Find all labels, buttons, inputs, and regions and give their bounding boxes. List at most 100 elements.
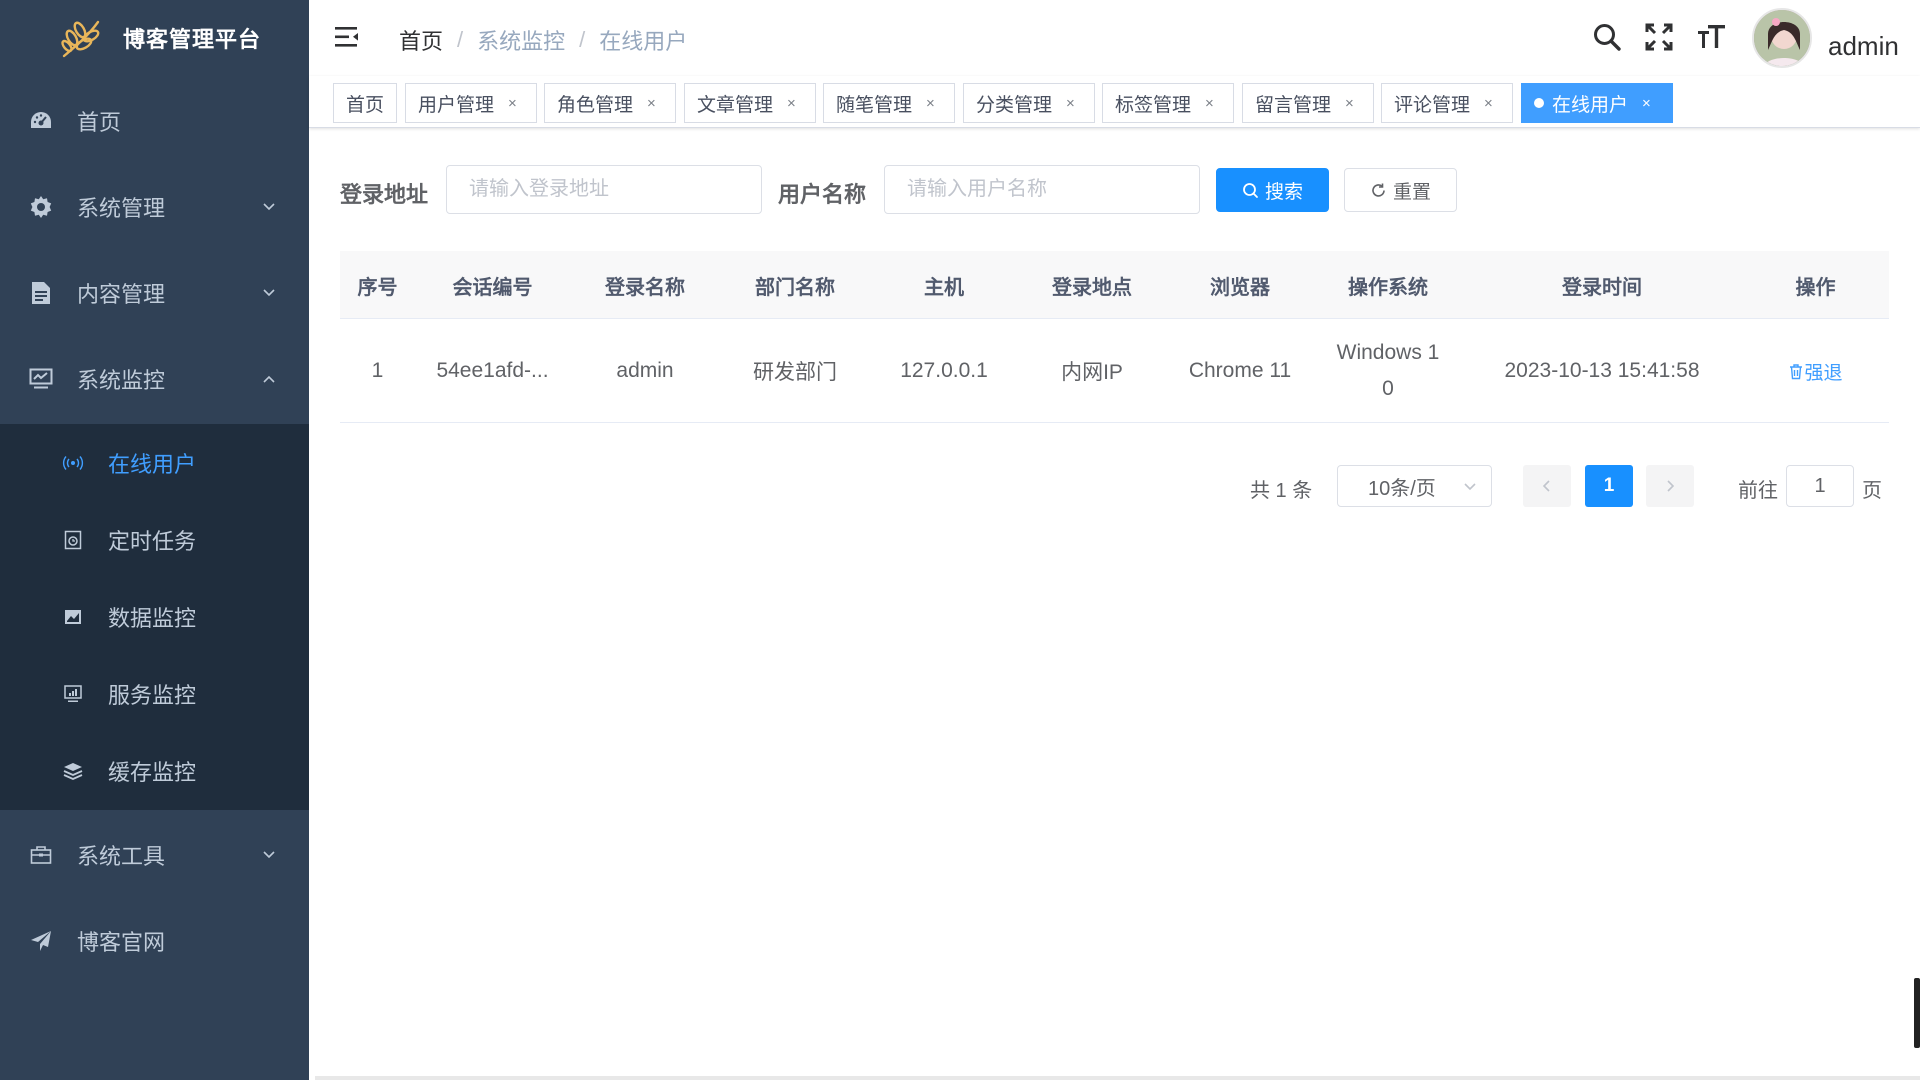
tag-user-management[interactable]: 用户管理 × [405, 83, 537, 123]
page-suffix-label: 页 [1862, 480, 1882, 502]
sidebar-item-label: 系统工具 [77, 844, 166, 869]
submenu-item-online-users[interactable]: 在线用户 [0, 424, 309, 501]
chevron-up-icon [263, 375, 275, 383]
username[interactable]: admin [1828, 31, 1899, 62]
reset-button-label: 重置 [1392, 181, 1431, 203]
tag-category-management[interactable]: 分类管理 × [963, 83, 1095, 123]
sidebar-item-system-monitor[interactable]: 系统监控 [0, 336, 309, 422]
submenu-item-data-monitor[interactable]: 数据监控 [0, 578, 309, 655]
hamburger-icon[interactable] [333, 24, 361, 50]
cell-login-time: 2023-10-13 15:41:58 [1504, 359, 1700, 382]
column-header-location: 登录地点 [1052, 276, 1132, 299]
fullscreen-icon[interactable] [1642, 20, 1676, 54]
bottom-divider [315, 1076, 1920, 1080]
tags-view: 首页 用户管理 × 角色管理 × 文章管理 × 随笔管理 × 分类管理 × 标签… [309, 76, 1920, 128]
tag-label: 用户管理 [418, 94, 495, 116]
sidebar-item-home[interactable]: 首页 [0, 78, 309, 164]
layers-icon [62, 760, 84, 782]
breadcrumb-separator: / [457, 27, 464, 52]
cell-os-line: Windows 1 [1336, 341, 1440, 364]
table-header: 序号 会话编号 登录名称 部门名称 主机 登录地点 浏览器 操作系统 登录时间 … [340, 251, 1889, 319]
page-number-button[interactable]: 1 [1585, 465, 1633, 507]
ipaddr-input[interactable] [446, 165, 762, 214]
cell-os: Windows 1 0 [1314, 319, 1462, 423]
search-button[interactable]: 搜索 [1216, 168, 1329, 212]
chevron-left-icon [1542, 480, 1550, 492]
submenu-item-cache-monitor[interactable]: 缓存监控 [0, 732, 309, 809]
chevron-down-icon [263, 289, 275, 297]
goto-page-input[interactable] [1786, 465, 1854, 507]
column-header-browser: 浏览器 [1210, 276, 1270, 299]
sidebar-item-label: 首页 [77, 110, 122, 135]
tag-article-management[interactable]: 文章管理 × [684, 83, 816, 123]
tag-comment-management[interactable]: 评论管理 × [1381, 83, 1513, 123]
scrollbar-handle[interactable] [1914, 978, 1920, 1048]
next-page-button[interactable] [1646, 465, 1694, 507]
tag-label: 标签管理 [1115, 94, 1192, 116]
delete-icon [1790, 363, 1803, 379]
tag-essay-management[interactable]: 随笔管理 × [823, 83, 955, 123]
close-icon[interactable]: × [647, 95, 656, 112]
column-header-os: 操作系统 [1348, 276, 1428, 299]
breadcrumb-home[interactable]: 首页 [399, 24, 443, 56]
prev-page-button[interactable] [1523, 465, 1571, 507]
wheat-logo-icon [61, 20, 100, 58]
submenu-item-label: 在线用户 [108, 451, 197, 477]
sidebar-item-system-management[interactable]: 系统管理 [0, 164, 309, 250]
sidebar-logo[interactable]: 博客管理平台 [0, 0, 309, 76]
refresh-icon [1370, 182, 1387, 199]
close-icon[interactable]: × [926, 95, 935, 112]
tag-label: 随笔管理 [836, 94, 913, 116]
submenu-item-server-monitor[interactable]: 服务监控 [0, 655, 309, 732]
font-size-icon[interactable] [1695, 20, 1729, 54]
close-icon[interactable]: × [1642, 95, 1651, 112]
column-header-login-time: 登录时间 [1562, 276, 1642, 299]
tag-online-users[interactable]: 在线用户 × [1521, 83, 1673, 123]
cell-login-name: admin [616, 359, 674, 382]
search-icon [1242, 182, 1259, 199]
close-icon[interactable]: × [1345, 95, 1354, 112]
username-input[interactable] [884, 165, 1200, 214]
close-icon[interactable]: × [787, 95, 796, 112]
tag-label: 角色管理 [557, 94, 634, 116]
tag-message-management[interactable]: 留言管理 × [1242, 83, 1374, 123]
close-icon[interactable]: × [1484, 95, 1493, 112]
close-icon[interactable]: × [508, 95, 517, 112]
pagination-total: 共 1 条 [1250, 480, 1313, 502]
close-icon[interactable]: × [1066, 95, 1075, 112]
sidebar-item-system-tools[interactable]: 系统工具 [0, 812, 309, 898]
tag-label: 首页 [346, 94, 385, 116]
navbar: 首页 / 系统监控 / 在线用户 admin [309, 0, 1920, 76]
submenu-item-scheduled-tasks[interactable]: 定时任务 [0, 501, 309, 578]
cell-dept-name: 研发部门 [753, 361, 837, 384]
force-logout-label: 强退 [1804, 362, 1843, 384]
cell-host: 127.0.0.1 [900, 359, 988, 382]
search-icon[interactable] [1590, 20, 1624, 54]
avatar[interactable] [1752, 8, 1812, 68]
close-icon[interactable]: × [1205, 95, 1214, 112]
username-label: 用户名称 [778, 182, 867, 207]
force-logout-button[interactable]: 强退 [1788, 358, 1843, 385]
breadcrumb: 首页 / 系统监控 / 在线用户 [399, 24, 687, 56]
tag-role-management[interactable]: 角色管理 × [544, 83, 676, 123]
tag-home[interactable]: 首页 [333, 83, 397, 123]
paper-plane-icon [28, 928, 54, 954]
tag-tag-management[interactable]: 标签管理 × [1102, 83, 1234, 123]
broadcast-icon [62, 452, 84, 474]
reset-button[interactable]: 重置 [1344, 168, 1457, 212]
submenu-item-label: 缓存监控 [108, 759, 197, 785]
sidebar-item-blog-site[interactable]: 博客官网 [0, 898, 309, 984]
tag-label: 文章管理 [697, 94, 774, 116]
chevron-right-icon [1667, 480, 1675, 492]
chevron-down-icon [263, 851, 275, 859]
monitor-submenu: 在线用户 定时任务 数据监控 服务监控 缓存监控 [0, 424, 309, 810]
toolbox-icon [28, 842, 54, 868]
sidebar: 博客管理平台 首页 系统管理 内容管理 系统监控 在线用户 定时任务 数据监控 … [0, 0, 309, 1080]
cell-action: 强退 [1742, 319, 1889, 423]
document-icon [28, 280, 54, 306]
sidebar-item-content-management[interactable]: 内容管理 [0, 250, 309, 336]
column-header-dept-name: 部门名称 [755, 276, 835, 299]
app-title: 博客管理平台 [123, 27, 262, 52]
column-header-index: 序号 [357, 276, 398, 299]
page-size-select[interactable]: 10条/页 [1337, 465, 1492, 507]
